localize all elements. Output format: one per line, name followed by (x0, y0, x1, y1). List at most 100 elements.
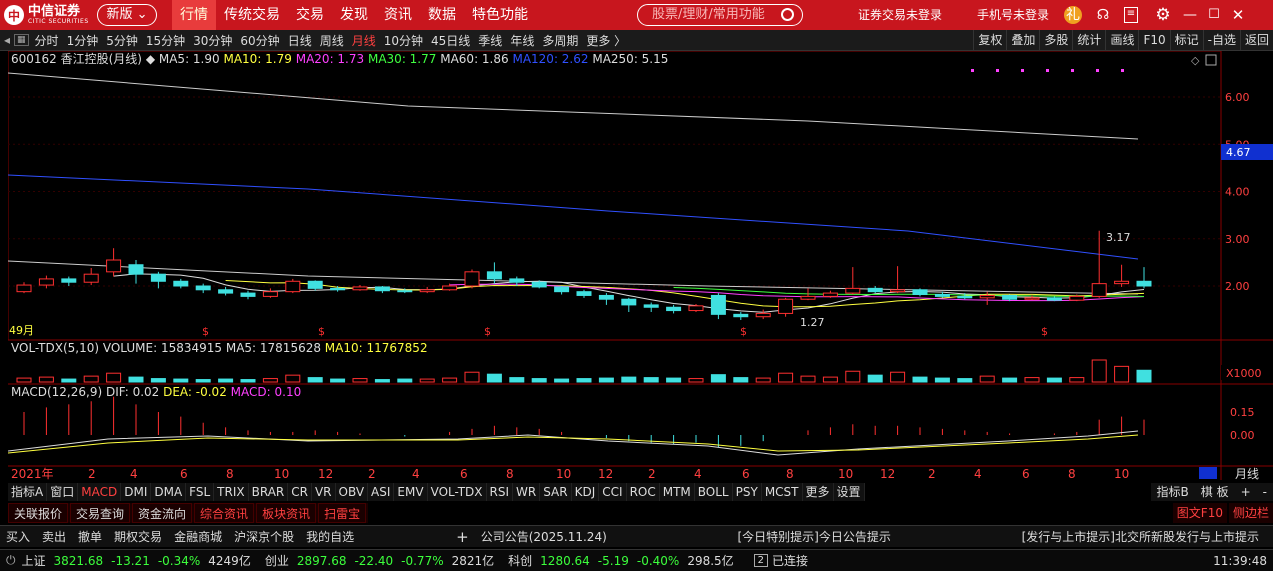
bottom-tab-0[interactable]: 关联报价 (8, 503, 69, 523)
indicator-right-3[interactable]: - (1257, 483, 1273, 501)
indicator-tab-17[interactable]: KDJ (572, 483, 600, 501)
period-tab-13[interactable]: 多周期 (538, 32, 582, 49)
x-axis-label: 2021年 (11, 467, 54, 480)
indicator-tab-16[interactable]: SAR (540, 483, 572, 501)
indicator-tab-12[interactable]: EMV (394, 483, 428, 501)
indicator-tab-10[interactable]: OBV (336, 483, 369, 501)
period-tab-11[interactable]: 季线 (474, 32, 506, 49)
period-tab-8[interactable]: 月线 (348, 32, 380, 49)
indicator-tab-8[interactable]: CR (288, 483, 312, 501)
indicator-tab-1[interactable]: 窗口 (47, 483, 79, 501)
tool-button-1[interactable]: 叠加 (1006, 30, 1039, 51)
tool-button-3[interactable]: 统计 (1072, 30, 1105, 51)
tool-button-8[interactable]: 返回 (1239, 30, 1273, 51)
trade-action-6[interactable]: 我的自选 (300, 528, 360, 545)
indicator-tab-5[interactable]: FSL (186, 483, 215, 501)
tool-button-0[interactable]: 复权 (973, 30, 1006, 51)
bottom-tab-5[interactable]: 扫雷宝 (318, 503, 367, 523)
period-tab-5[interactable]: 60分钟 (236, 32, 283, 49)
period-tab-2[interactable]: 5分钟 (102, 32, 142, 49)
search-input[interactable]: 股票/理财/常用功能 (637, 4, 803, 26)
period-tab-6[interactable]: 日线 (284, 32, 316, 49)
indicator-tab-7[interactable]: BRAR (249, 483, 289, 501)
indicator-tab-15[interactable]: WR (513, 483, 541, 501)
trade-action-4[interactable]: 金融商城 (168, 528, 228, 545)
gift-icon[interactable]: 礼 (1064, 6, 1082, 24)
sidebar-toggle-icon[interactable]: ◂ (0, 33, 14, 47)
layout-icon[interactable]: ▦ (14, 34, 29, 46)
period-tab-12[interactable]: 年线 (506, 32, 538, 49)
bottom-right-tab-0[interactable]: 图文F10 (1172, 503, 1227, 523)
headset-icon[interactable]: ☊ (1094, 6, 1112, 24)
notice-0[interactable]: 公司公告(2025.11.24) (475, 528, 613, 545)
chart-svg[interactable]: 6.005.004.003.002.004.67600162 香江控股(月线) … (7, 50, 1273, 481)
indicator-tab-9[interactable]: VR (312, 483, 336, 501)
tool-button-4[interactable]: 画线 (1105, 30, 1138, 51)
nav-item-1[interactable]: 传统交易 (216, 0, 288, 30)
phone-login-link[interactable]: 手机号未登录 (977, 0, 1049, 30)
indicator-tab-0[interactable]: 指标A (8, 483, 48, 501)
indicator-tab-3[interactable]: DMI (121, 483, 152, 501)
period-tab-9[interactable]: 10分钟 (380, 32, 427, 49)
nav-item-3[interactable]: 发现 (332, 0, 376, 30)
trade-action-0[interactable]: 买入 (0, 528, 36, 545)
nav-item-0[interactable]: 行情 (172, 0, 216, 30)
indicator-tab-2[interactable]: MACD (78, 483, 122, 501)
bottom-tab-4[interactable]: 板块资讯 (256, 503, 317, 523)
indicator-right-2[interactable]: + (1235, 483, 1257, 501)
indicator-tab-20[interactable]: MTM (660, 483, 695, 501)
period-tab-3[interactable]: 15分钟 (142, 32, 189, 49)
indicator-tab-21[interactable]: BOLL (695, 483, 733, 501)
indicator-tab-19[interactable]: ROC (627, 483, 660, 501)
indicator-right-0[interactable]: 指标B (1151, 483, 1195, 501)
close-icon[interactable]: ✕ (1229, 6, 1247, 24)
bottom-tab-2[interactable]: 资金流向 (132, 503, 193, 523)
bottom-tab-3[interactable]: 综合资讯 (194, 503, 255, 523)
indicator-tab-24[interactable]: 更多 (803, 483, 834, 501)
period-tab-1[interactable]: 1分钟 (63, 32, 103, 49)
search-icon[interactable] (781, 8, 794, 21)
bottom-tab-1[interactable]: 交易查询 (70, 503, 131, 523)
period-tab-10[interactable]: 45日线 (427, 32, 474, 49)
notice-2[interactable]: [发行与上市提示]北交所新股发行与上市提示 (1016, 528, 1265, 545)
indicator-tab-22[interactable]: PSY (733, 483, 762, 501)
indicator-tab-4[interactable]: DMA (151, 483, 187, 501)
nav-item-5[interactable]: 数据 (420, 0, 464, 30)
indicator-tab-25[interactable]: 设置 (834, 483, 865, 501)
period-tab-4[interactable]: 30分钟 (189, 32, 236, 49)
indicator-tab-14[interactable]: RSI (487, 483, 514, 501)
trade-action-1[interactable]: 卖出 (36, 528, 72, 545)
version-button[interactable]: 新版 ⌄ (97, 4, 157, 26)
period-tab-14[interactable]: 更多 〉 (582, 32, 630, 49)
ticker-item-2[interactable]: 科创 1280.64 -5.19 -0.40% 298.5亿 (508, 552, 742, 569)
kline-chart[interactable]: 6.005.004.003.002.004.67600162 香江控股(月线) … (7, 50, 1273, 481)
tool-button-2[interactable]: 多股 (1039, 30, 1072, 51)
maximize-icon[interactable]: ☐ (1205, 6, 1223, 24)
nav-item-2[interactable]: 交易 (288, 0, 332, 30)
nav-item-6[interactable]: 特色功能 (464, 0, 536, 30)
ticker-item-1[interactable]: 创业 2897.68 -22.40 -0.77% 2821亿 (265, 552, 502, 569)
indicator-tab-18[interactable]: CCI (599, 483, 627, 501)
period-tab-0[interactable]: 分时 (31, 32, 63, 49)
ticker-item-0[interactable]: 上证 3821.68 -13.21 -0.34% 4249亿 (22, 552, 259, 569)
period-tab-7[interactable]: 周线 (316, 32, 348, 49)
trade-action-5[interactable]: 沪深京个股 (228, 528, 300, 545)
indicator-tab-23[interactable]: MCST (762, 483, 803, 501)
notice-1[interactable]: [今日特别提示]今日公告提示 (732, 528, 897, 545)
trade-action-3[interactable]: 期权交易 (108, 528, 168, 545)
indicator-tab-6[interactable]: TRIX (214, 483, 249, 501)
indicator-tab-11[interactable]: ASI (368, 483, 395, 501)
minimize-icon[interactable]: — (1181, 6, 1199, 24)
tool-button-7[interactable]: -自选 (1202, 30, 1240, 51)
tool-button-6[interactable]: 标记 (1169, 30, 1203, 51)
notes-icon[interactable]: ≡ (1124, 7, 1138, 23)
bottom-right-tab-1[interactable]: 侧边栏 (1228, 503, 1273, 523)
indicator-tab-13[interactable]: VOL-TDX (428, 483, 487, 501)
nav-item-4[interactable]: 资讯 (376, 0, 420, 30)
gear-icon[interactable]: ⚙ (1154, 6, 1172, 24)
indicator-right-1[interactable]: 棋 板 (1195, 483, 1235, 501)
tool-button-5[interactable]: F10 (1138, 30, 1169, 51)
add-icon[interactable]: + (450, 528, 475, 546)
trade-action-2[interactable]: 撤单 (72, 528, 108, 545)
trade-login-link[interactable]: 证券交易未登录 (858, 0, 942, 30)
